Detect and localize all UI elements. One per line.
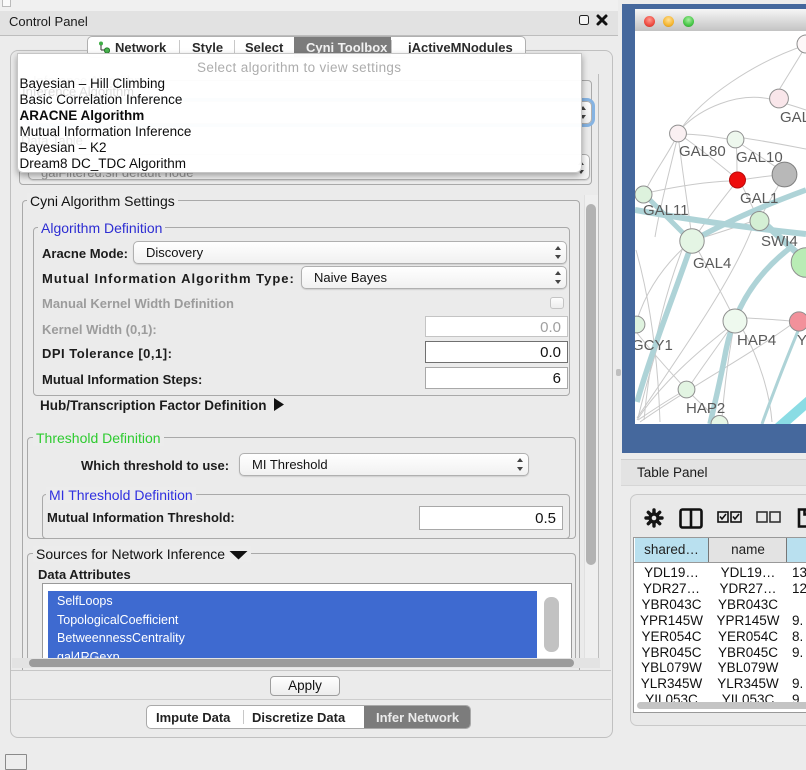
svg-text:GAL4: GAL4 (693, 255, 731, 272)
svg-text:GAL10: GAL10 (736, 149, 783, 166)
svg-text:HAP2: HAP2 (686, 400, 725, 417)
svg-text:GAL80: GAL80 (679, 143, 726, 160)
svg-text:GAL: GAL (780, 109, 806, 126)
svg-text:SWI4: SWI4 (761, 233, 798, 250)
svg-text:GCY1: GCY1 (635, 337, 673, 354)
svg-text:Y: Y (797, 332, 806, 349)
svg-text:GAL11: GAL11 (643, 202, 689, 219)
svg-text:GAL1: GAL1 (740, 190, 778, 207)
svg-text:HAP4: HAP4 (737, 332, 776, 349)
